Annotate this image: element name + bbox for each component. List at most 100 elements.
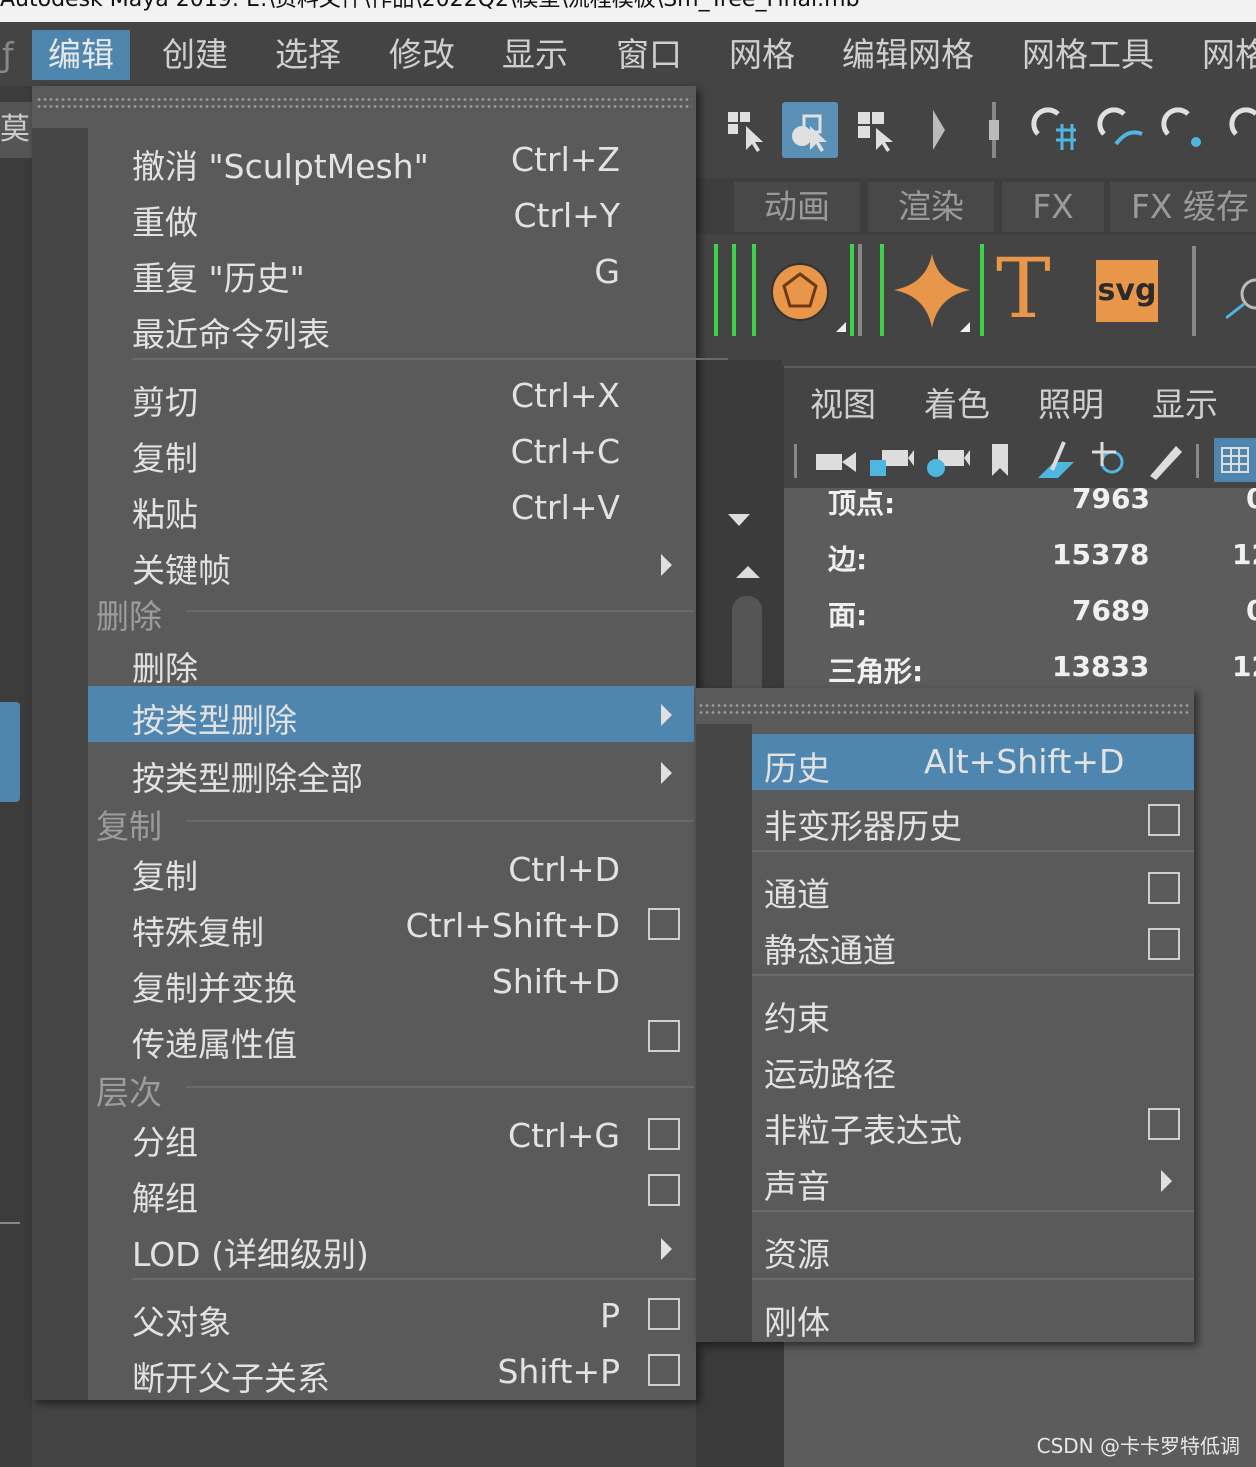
tab-fx-cache[interactable]: FX 缓存: [1110, 182, 1256, 232]
image-plane-icon[interactable]: [1034, 438, 1078, 486]
option-box-icon[interactable]: [1148, 804, 1180, 836]
shelf-separator-green: [714, 244, 718, 336]
active-tool-icon[interactable]: [0, 702, 20, 802]
menu-item-keys[interactable]: 关键帧: [88, 536, 694, 592]
submenu-arrow-icon: [661, 554, 672, 576]
menu-create[interactable]: 创建: [146, 30, 244, 80]
submenu-item-history[interactable]: 历史 Alt+Shift+D: [752, 734, 1194, 790]
section-divider: [186, 820, 694, 822]
snap-to-curve-icon[interactable]: [1092, 102, 1148, 158]
submenu-item-rigid-bodies[interactable]: 刚体: [752, 1288, 1194, 1344]
camera-attributes-icon[interactable]: [924, 440, 970, 484]
menu-item-lod[interactable]: LOD (详细级别): [88, 1220, 694, 1276]
menu-window[interactable]: 窗口: [600, 30, 698, 80]
viewport-menu-lighting[interactable]: 照明: [1038, 378, 1104, 426]
sweep-mesh-icon[interactable]: [1225, 274, 1256, 320]
option-box-icon[interactable]: [1148, 1108, 1180, 1140]
dropdown-arrow-icon[interactable]: [714, 496, 764, 546]
hud-label-faces: 面:: [828, 599, 868, 632]
option-box-icon[interactable]: [648, 908, 680, 940]
menu-item-repeat[interactable]: 重复 "历史" G: [88, 244, 694, 300]
grid-toggle-icon[interactable]: [1214, 438, 1256, 482]
menubar-partial-item[interactable]: ƒ: [0, 30, 30, 80]
menu-select[interactable]: 选择: [259, 30, 357, 80]
window-title-bar: Autodesk Maya 2019: E:\资料文件\作品\2022Q2\模型…: [0, 0, 1256, 22]
menu-item-copy[interactable]: 复制 Ctrl+C: [88, 424, 694, 480]
shelf-separator: [1192, 246, 1196, 336]
submenu-item-sounds[interactable]: 声音: [752, 1152, 1194, 1208]
submenu-item-channels[interactable]: 通道: [752, 860, 1194, 916]
option-box-icon[interactable]: [648, 1020, 680, 1052]
menu-mesh-display[interactable]: 网格: [1186, 30, 1256, 80]
type-text-icon[interactable]: T: [996, 244, 1068, 336]
menu-item-duplicate[interactable]: 复制 Ctrl+D: [88, 842, 694, 898]
viewport-menu-show[interactable]: 显示: [1152, 378, 1218, 426]
menu-item-delete-all-by-type[interactable]: 按类型删除全部: [88, 744, 694, 800]
tab-rendering[interactable]: 渲染: [868, 182, 994, 232]
submenu-item-motion-paths[interactable]: 运动路径: [752, 1040, 1194, 1096]
menu-item-duplicate-with-transform[interactable]: 复制并变换 Shift+D: [88, 954, 694, 1010]
camera-icon[interactable]: [814, 444, 858, 482]
lock-camera-icon[interactable]: [868, 440, 914, 484]
option-box-icon[interactable]: [1148, 872, 1180, 904]
menu-item-transfer-attribute-values[interactable]: 传递属性值: [88, 1010, 694, 1066]
expand-arrow-icon[interactable]: [910, 102, 966, 158]
menu-modify[interactable]: 修改: [373, 30, 471, 80]
menu-item-group[interactable]: 分组 Ctrl+G: [88, 1108, 694, 1164]
menu-item-recent-commands[interactable]: 最近命令列表: [88, 300, 694, 356]
section-divider: [186, 1086, 694, 1088]
submenu-separator: [752, 1210, 1194, 1212]
2d-pan-zoom-icon[interactable]: [1088, 438, 1132, 486]
svg-icon[interactable]: svg: [1096, 260, 1158, 322]
watermark-text: CSDN @卡卡罗特低调: [1036, 1434, 1240, 1458]
submenu-item-non-deformer-history[interactable]: 非变形器历史: [752, 792, 1194, 848]
option-box-icon[interactable]: [648, 1298, 680, 1330]
option-box-icon[interactable]: [1148, 928, 1180, 960]
bookmark-icon[interactable]: [988, 442, 1012, 482]
mode-selector[interactable]: 莫: [0, 102, 32, 158]
select-by-component-icon[interactable]: [848, 102, 904, 158]
menu-tear-off-handle[interactable]: [36, 96, 692, 110]
submenu-tear-off-handle[interactable]: [698, 702, 1190, 716]
main-menubar: ƒ 编辑 创建 选择 修改 显示 窗口 网格 编辑网格 网格工具 网格: [0, 22, 1256, 86]
option-box-icon[interactable]: [648, 1118, 680, 1150]
menu-edit-mesh[interactable]: 编辑网格: [826, 30, 990, 80]
submenu-item-constraints[interactable]: 约束: [752, 984, 1194, 1040]
menu-item-delete[interactable]: 删除: [88, 634, 694, 690]
snap-to-grid-icon[interactable]: [1026, 102, 1082, 158]
select-by-hierarchy-icon[interactable]: [718, 102, 774, 158]
shelf-separator: [858, 244, 862, 336]
menu-item-cut[interactable]: 剪切 Ctrl+X: [88, 368, 694, 424]
menu-display[interactable]: 显示: [486, 30, 584, 80]
submenu-item-static-channels[interactable]: 静态通道: [752, 916, 1194, 972]
scroll-up-icon[interactable]: [732, 560, 764, 600]
menu-mesh[interactable]: 网格: [713, 30, 811, 80]
menu-item-duplicate-special[interactable]: 特殊复制 Ctrl+Shift+D: [88, 898, 694, 954]
viewport-menu-view[interactable]: 视图: [810, 378, 876, 426]
option-box-icon[interactable]: [648, 1354, 680, 1386]
snap-to-point-icon[interactable]: [1156, 102, 1212, 158]
menu-item-delete-by-type[interactable]: 按类型删除: [88, 686, 694, 742]
menu-item-unparent[interactable]: 断开父子关系 Shift+P: [88, 1344, 694, 1400]
grease-pencil-icon[interactable]: [1144, 438, 1184, 486]
polygon-platonic-icon[interactable]: [752, 244, 854, 336]
submenu-item-assets[interactable]: 资源: [752, 1220, 1194, 1276]
snap-to-view-plane-icon[interactable]: [1218, 102, 1256, 158]
menu-item-undo[interactable]: 撤消 "SculptMesh" Ctrl+Z: [88, 132, 694, 188]
hud-label-vertices: 顶点:: [828, 487, 896, 520]
select-by-object-icon[interactable]: [782, 102, 838, 158]
tab-fx[interactable]: FX: [1002, 182, 1104, 232]
menu-item-ungroup[interactable]: 解组: [88, 1164, 694, 1220]
menu-separator: [132, 358, 728, 360]
menu-item-redo[interactable]: 重做 Ctrl+Y: [88, 188, 694, 244]
option-box-icon[interactable]: [648, 1174, 680, 1206]
viewport-menu-shading[interactable]: 着色: [924, 378, 990, 426]
menu-mesh-tools[interactable]: 网格工具: [1006, 30, 1170, 80]
viewport-menubar: 视图 着色 照明 显示: [784, 368, 1256, 432]
super-shape-icon[interactable]: [880, 244, 984, 336]
menu-item-paste[interactable]: 粘贴 Ctrl+V: [88, 480, 694, 536]
menu-item-parent[interactable]: 父对象 P: [88, 1288, 694, 1344]
tab-animation[interactable]: 动画: [734, 182, 860, 232]
submenu-item-non-particle-expressions[interactable]: 非粒子表达式: [752, 1096, 1194, 1152]
menu-edit[interactable]: 编辑: [32, 30, 130, 80]
